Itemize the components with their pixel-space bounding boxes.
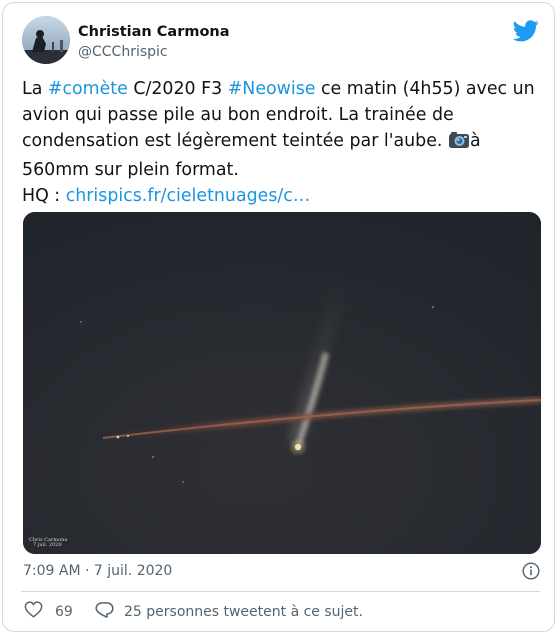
avatar-image (22, 16, 70, 64)
hashtag-neowise-link[interactable]: #Neowise (228, 79, 316, 99)
twitter-bird-icon[interactable] (512, 20, 539, 42)
tweet-photo[interactable]: Chris Carmona 7 juil. 2020 (23, 212, 541, 554)
author-name[interactable]: Christian Carmona (78, 24, 230, 40)
camera-icon (448, 131, 470, 157)
divider (21, 591, 540, 592)
tweet-card: Christian Carmona @CCChrispic La #comète… (2, 2, 555, 632)
avatar[interactable] (22, 16, 70, 64)
tweet-text-part: La (22, 79, 48, 99)
hq-label: HQ : (22, 186, 66, 206)
like-count: 69 (55, 603, 73, 620)
external-link[interactable]: chrispics.fr/cieletnuages/c… (66, 186, 311, 206)
watermark-date: 7 juil. 2020 (33, 542, 62, 548)
tweet-text-part: C/2020 F3 (127, 79, 228, 99)
tweet-about-this-label: 25 personnes tweetent à ce sujet. (124, 604, 363, 620)
comet-photo-image (23, 212, 541, 554)
speech-bubble-icon (95, 601, 114, 623)
hashtag-comete-link[interactable]: #comète (48, 79, 128, 99)
tweet-about-this-button[interactable]: 25 personnes tweetent à ce sujet. (95, 601, 363, 623)
author-handle[interactable]: @CCChrispic (78, 44, 168, 60)
heart-icon (24, 601, 43, 622)
like-button[interactable]: 69 (24, 601, 73, 622)
photo-watermark: Chris Carmona 7 juil. 2020 (29, 538, 67, 548)
info-icon[interactable] (522, 562, 540, 580)
tweet-timestamp[interactable]: 7:09 AM · 7 juil. 2020 (23, 563, 172, 579)
tweet-text: La #comète C/2020 F3 #Neowise ce matin (… (22, 76, 544, 209)
